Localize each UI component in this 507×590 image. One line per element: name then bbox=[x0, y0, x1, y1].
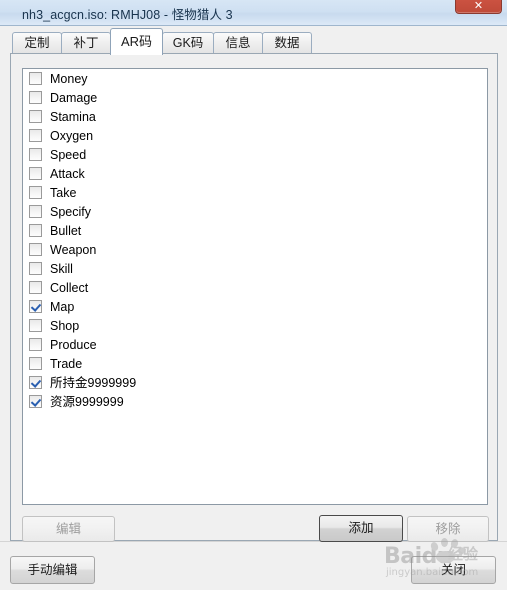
manual-edit-button[interactable]: 手动编辑 bbox=[10, 556, 95, 584]
checkbox-unchecked-icon[interactable] bbox=[29, 281, 42, 294]
tab-gk-code[interactable]: GK码 bbox=[162, 32, 214, 54]
checkbox-unchecked-icon[interactable] bbox=[29, 72, 42, 85]
list-item-label: 所持金9999999 bbox=[50, 375, 137, 390]
list-item[interactable]: Money bbox=[23, 69, 487, 88]
list-item-label: Specify bbox=[50, 204, 91, 219]
close-dialog-button[interactable]: 关闭 bbox=[411, 556, 496, 584]
window-close-button[interactable]: ✕ bbox=[455, 0, 502, 14]
tab-custom[interactable]: 定制 bbox=[12, 32, 62, 54]
list-item[interactable]: Collect bbox=[23, 278, 487, 297]
checkbox-checked-icon[interactable] bbox=[29, 376, 42, 389]
list-item-label: Map bbox=[50, 299, 75, 314]
list-item-label: 资源9999999 bbox=[50, 394, 124, 409]
list-item[interactable]: Skill bbox=[23, 259, 487, 278]
list-item-label: Money bbox=[50, 71, 88, 86]
list-item[interactable]: Oxygen bbox=[23, 126, 487, 145]
checkbox-unchecked-icon[interactable] bbox=[29, 167, 42, 180]
list-item[interactable]: Attack bbox=[23, 164, 487, 183]
window-title: nh3_acgcn.iso: RMHJ08 - 怪物猎人 3 bbox=[22, 8, 233, 22]
list-item-label: Take bbox=[50, 185, 77, 200]
checkbox-unchecked-icon[interactable] bbox=[29, 224, 42, 237]
list-item-label: Weapon bbox=[50, 242, 97, 257]
checkbox-unchecked-icon[interactable] bbox=[29, 91, 42, 104]
remove-button[interactable]: 移除 bbox=[407, 516, 489, 542]
list-item-label: Stamina bbox=[50, 109, 96, 124]
list-item[interactable]: Produce bbox=[23, 335, 487, 354]
list-item-label: Shop bbox=[50, 318, 80, 333]
ar-code-panel: Money Damage Stamina Oxygen Speed Attack Take S… bbox=[10, 53, 498, 542]
list-item[interactable]: Take bbox=[23, 183, 487, 202]
application-window: nh3_acgcn.iso: RMHJ08 - 怪物猎人 3 ✕ 定制 补丁 A… bbox=[0, 0, 507, 590]
close-icon: ✕ bbox=[473, 0, 484, 12]
edit-button[interactable]: 编辑 bbox=[22, 516, 115, 542]
checkbox-unchecked-icon[interactable] bbox=[29, 186, 42, 199]
list-item[interactable]: Bullet bbox=[23, 221, 487, 240]
cheat-code-list[interactable]: Money Damage Stamina Oxygen Speed Attack Take S… bbox=[22, 68, 488, 505]
tab-strip: 定制 补丁 AR码 GK码 信息 数据 bbox=[0, 26, 507, 55]
checkbox-checked-icon[interactable] bbox=[29, 300, 42, 313]
checkbox-unchecked-icon[interactable] bbox=[29, 243, 42, 256]
checkbox-unchecked-icon[interactable] bbox=[29, 338, 42, 351]
list-item-label: Trade bbox=[50, 356, 83, 371]
checkbox-unchecked-icon[interactable] bbox=[29, 357, 42, 370]
tab-data[interactable]: 数据 bbox=[262, 32, 312, 54]
list-item[interactable]: Specify bbox=[23, 202, 487, 221]
checkbox-unchecked-icon[interactable] bbox=[29, 110, 42, 123]
list-item-label: Damage bbox=[50, 90, 98, 105]
list-item[interactable]: Shop bbox=[23, 316, 487, 335]
tab-patch[interactable]: 补丁 bbox=[61, 32, 111, 54]
checkbox-unchecked-icon[interactable] bbox=[29, 129, 42, 142]
checkbox-unchecked-icon[interactable] bbox=[29, 262, 42, 275]
list-item-label: Oxygen bbox=[50, 128, 94, 143]
list-item-label: Produce bbox=[50, 337, 97, 352]
list-item[interactable]: Speed bbox=[23, 145, 487, 164]
window-footer: 手动编辑 关闭 bbox=[0, 541, 507, 590]
checkbox-checked-icon[interactable] bbox=[29, 395, 42, 408]
list-item-label: Skill bbox=[50, 261, 73, 276]
checkbox-unchecked-icon[interactable] bbox=[29, 319, 42, 332]
title-bar: nh3_acgcn.iso: RMHJ08 - 怪物猎人 3 ✕ bbox=[0, 0, 507, 26]
list-item[interactable]: Trade bbox=[23, 354, 487, 373]
tab-ar-code[interactable]: AR码 bbox=[110, 28, 163, 55]
list-item[interactable]: Stamina bbox=[23, 107, 487, 126]
checkbox-unchecked-icon[interactable] bbox=[29, 148, 42, 161]
add-button[interactable]: 添加 bbox=[319, 515, 403, 542]
list-item-label: Collect bbox=[50, 280, 89, 295]
list-item-label: Attack bbox=[50, 166, 85, 181]
list-item[interactable]: Weapon bbox=[23, 240, 487, 259]
list-item[interactable]: Damage bbox=[23, 88, 487, 107]
tab-info[interactable]: 信息 bbox=[213, 32, 263, 54]
list-item[interactable]: 资源9999999 bbox=[23, 392, 487, 411]
list-item[interactable]: 所持金9999999 bbox=[23, 373, 487, 392]
list-item-label: Speed bbox=[50, 147, 87, 162]
checkbox-unchecked-icon[interactable] bbox=[29, 205, 42, 218]
list-item-label: Bullet bbox=[50, 223, 82, 238]
list-item[interactable]: Map bbox=[23, 297, 487, 316]
